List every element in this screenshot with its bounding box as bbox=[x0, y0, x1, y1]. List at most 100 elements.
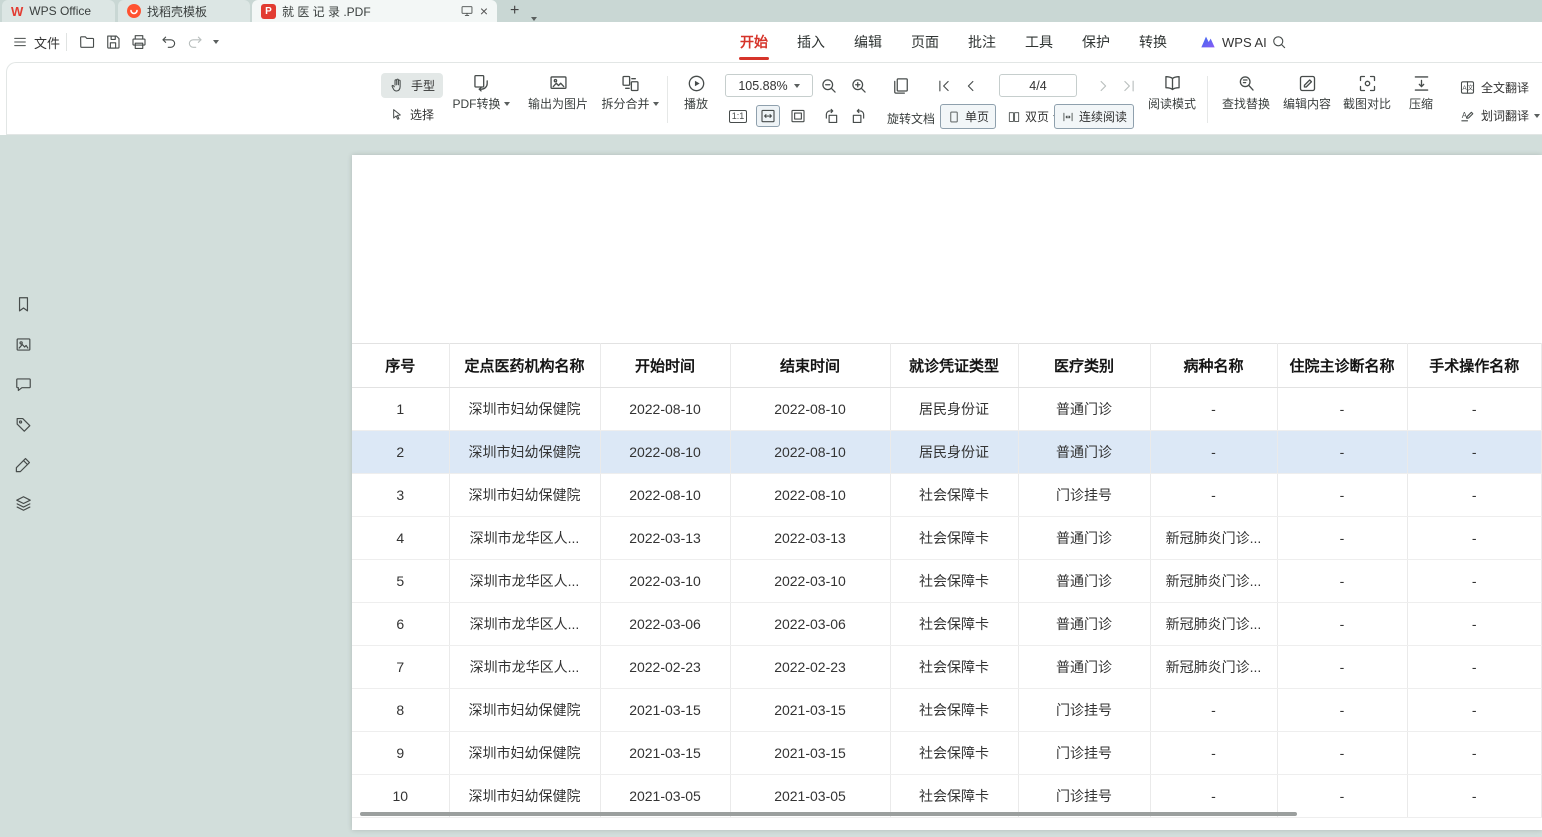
svg-text:A: A bbox=[1462, 85, 1467, 92]
tab-home[interactable]: 开始 bbox=[740, 22, 768, 62]
edit-content-label: 编辑内容 bbox=[1283, 98, 1331, 110]
pen-icon bbox=[14, 455, 33, 474]
table-cell: 3 bbox=[352, 474, 449, 517]
tab-insert[interactable]: 插入 bbox=[797, 22, 825, 62]
table-cell: 新冠肺炎门诊... bbox=[1150, 517, 1277, 560]
table-cell: 门诊挂号 bbox=[1018, 474, 1150, 517]
first-page-icon bbox=[935, 77, 953, 95]
prev-page-button[interactable] bbox=[959, 75, 983, 97]
tab-page[interactable]: 页面 bbox=[911, 22, 939, 62]
wps-ai-button[interactable]: WPS AI bbox=[1196, 22, 1271, 62]
continuous-read-button[interactable]: 连续阅读 bbox=[1054, 104, 1134, 129]
edit-content-button[interactable]: 编辑内容 bbox=[1277, 71, 1337, 129]
table-row[interactable]: 8深圳市妇幼保健院2021-03-152021-03-15社会保障卡门诊挂号--… bbox=[352, 689, 1542, 732]
rotate-doc-label[interactable]: 旋转文档 bbox=[887, 110, 935, 127]
undo-button[interactable] bbox=[158, 31, 180, 53]
sidebar-bookmark-button[interactable] bbox=[12, 293, 34, 315]
print-button[interactable] bbox=[128, 31, 150, 53]
tab-close-button[interactable]: × bbox=[480, 4, 488, 18]
compress-icon bbox=[1411, 73, 1432, 94]
sidebar-comments-button[interactable] bbox=[12, 373, 34, 395]
zoom-level-select[interactable]: 105.88% bbox=[725, 74, 813, 97]
table-cell: 6 bbox=[352, 603, 449, 646]
table-cell: 2022-02-23 bbox=[600, 646, 730, 689]
pdf-convert-button[interactable]: PDF转换 bbox=[445, 71, 517, 129]
zoom-in-button[interactable] bbox=[847, 75, 871, 97]
horizontal-scrollbar[interactable] bbox=[360, 812, 1297, 816]
sidebar-layers-button[interactable] bbox=[12, 492, 34, 514]
pages-button[interactable] bbox=[889, 75, 913, 97]
toolbar-divider bbox=[667, 76, 668, 123]
window-tab-home[interactable]: W WPS Office bbox=[2, 0, 115, 22]
table-row[interactable]: 7深圳市龙华区人...2022-02-232022-02-23社会保障卡普通门诊… bbox=[352, 646, 1542, 689]
select-tool-button[interactable]: 选择 bbox=[381, 102, 442, 127]
window-tab-document[interactable]: P 就 医 记 录 .PDF × bbox=[252, 0, 497, 22]
last-page-button[interactable] bbox=[1117, 75, 1141, 97]
column-header: 序号 bbox=[352, 344, 449, 388]
tab-tools[interactable]: 工具 bbox=[1025, 22, 1053, 62]
read-mode-button[interactable]: 阅读模式 bbox=[1142, 71, 1202, 129]
table-cell: 居民身份证 bbox=[890, 388, 1018, 431]
window-tab-docer[interactable]: 找稻壳模板 bbox=[118, 0, 250, 22]
chevron-down-icon bbox=[1534, 114, 1540, 118]
table-row[interactable]: 1深圳市妇幼保健院2022-08-102022-08-10居民身份证普通门诊--… bbox=[352, 388, 1542, 431]
pdf-page[interactable]: 序号定点医药机构名称开始时间结束时间就诊凭证类型医疗类别病种名称住院主诊断名称手… bbox=[352, 155, 1542, 830]
find-replace-button[interactable]: 查找替换 bbox=[1213, 71, 1279, 129]
tab-convert[interactable]: 转换 bbox=[1139, 22, 1167, 62]
hand-tool-button[interactable]: 手型 bbox=[381, 73, 443, 98]
layers-icon bbox=[14, 494, 33, 513]
undo-history-button[interactable] bbox=[208, 31, 224, 53]
table-row[interactable]: 6深圳市龙华区人...2022-03-062022-03-06社会保障卡普通门诊… bbox=[352, 603, 1542, 646]
first-page-button[interactable] bbox=[932, 75, 956, 97]
table-cell: - bbox=[1407, 431, 1542, 474]
split-merge-button[interactable]: 拆分合并 bbox=[595, 71, 665, 129]
column-header: 开始时间 bbox=[600, 344, 730, 388]
save-button[interactable] bbox=[102, 31, 124, 53]
tab-edit[interactable]: 编辑 bbox=[854, 22, 882, 62]
open-file-button[interactable] bbox=[76, 31, 98, 53]
table-cell: 2021-03-15 bbox=[730, 732, 890, 775]
rotate-right-button[interactable] bbox=[846, 105, 870, 127]
table-cell: 2022-03-10 bbox=[730, 560, 890, 603]
rotate-left-button[interactable] bbox=[819, 105, 843, 127]
full-translate-button[interactable]: A文 全文翻译 bbox=[1451, 75, 1537, 100]
table-row[interactable]: 5深圳市龙华区人...2022-03-102022-03-10社会保障卡普通门诊… bbox=[352, 560, 1542, 603]
chevron-down-icon bbox=[653, 102, 659, 106]
next-page-button[interactable] bbox=[1091, 75, 1115, 97]
monitor-icon[interactable] bbox=[460, 4, 474, 18]
search-button[interactable] bbox=[1268, 31, 1290, 53]
table-cell: - bbox=[1407, 732, 1542, 775]
play-button[interactable]: 播放 bbox=[671, 71, 721, 129]
export-image-button[interactable]: 输出为图片 bbox=[519, 71, 597, 129]
table-cell: 深圳市妇幼保健院 bbox=[449, 431, 600, 474]
table-cell: 2022-08-10 bbox=[730, 431, 890, 474]
sidebar-tags-button[interactable] bbox=[12, 413, 34, 435]
screenshot-compare-button[interactable]: 截图对比 bbox=[1337, 71, 1397, 129]
read-mode-label: 阅读模式 bbox=[1148, 98, 1196, 110]
new-tab-button[interactable]: + bbox=[506, 0, 523, 22]
double-page-icon bbox=[1007, 110, 1021, 124]
tab-comment[interactable]: 批注 bbox=[968, 22, 996, 62]
table-cell: 深圳市龙华区人... bbox=[449, 560, 600, 603]
page-indicator-input[interactable]: 4/4 bbox=[999, 74, 1077, 97]
single-page-button[interactable]: 单页 bbox=[940, 104, 996, 129]
table-row[interactable]: 4深圳市龙华区人...2022-03-132022-03-13社会保障卡普通门诊… bbox=[352, 517, 1542, 560]
table-row[interactable]: 3深圳市妇幼保健院2022-08-102022-08-10社会保障卡门诊挂号--… bbox=[352, 474, 1542, 517]
hand-tool-label: 手型 bbox=[411, 77, 435, 94]
table-cell: 2022-08-10 bbox=[730, 388, 890, 431]
compress-button[interactable]: 压缩 bbox=[1397, 71, 1445, 129]
actual-size-button[interactable]: 1:1 bbox=[726, 105, 750, 127]
table-row[interactable]: 9深圳市妇幼保健院2021-03-152021-03-15社会保障卡门诊挂号--… bbox=[352, 732, 1542, 775]
table-cell: 社会保障卡 bbox=[890, 474, 1018, 517]
wps-ai-label: WPS AI bbox=[1222, 35, 1267, 50]
fit-width-button[interactable] bbox=[756, 105, 780, 127]
sidebar-thumbnails-button[interactable] bbox=[12, 333, 34, 355]
table-row[interactable]: 2深圳市妇幼保健院2022-08-102022-08-10居民身份证普通门诊--… bbox=[352, 431, 1542, 474]
zoom-out-button[interactable] bbox=[817, 75, 841, 97]
fit-page-button[interactable] bbox=[786, 105, 810, 127]
redo-button[interactable] bbox=[184, 31, 206, 53]
sidebar-annotate-button[interactable] bbox=[12, 453, 34, 475]
tab-protect[interactable]: 保护 bbox=[1082, 22, 1110, 62]
word-translate-button[interactable]: A 划词翻译 bbox=[1451, 103, 1542, 128]
file-menu-button[interactable]: 文件 bbox=[8, 22, 64, 62]
